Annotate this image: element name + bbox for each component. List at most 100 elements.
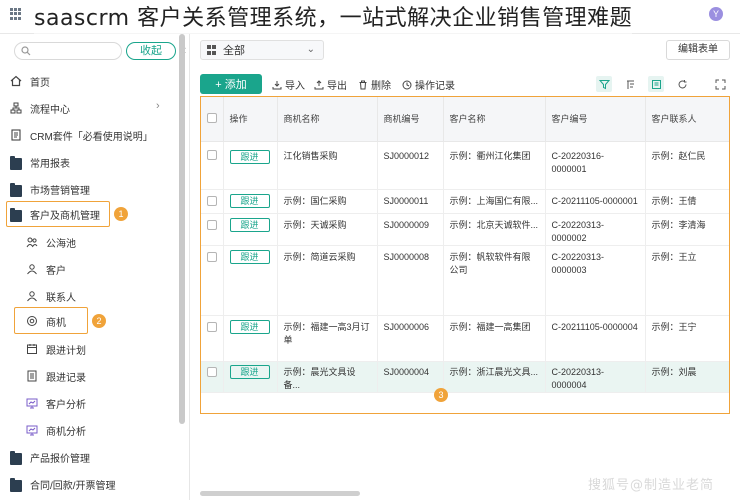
cell-customer-name: 示例：北京天诚软件...: [443, 213, 546, 246]
sidebar-item-opportunity-analysis[interactable]: 商机分析: [26, 419, 86, 441]
cell-opportunity-id: SJ0000006: [377, 315, 444, 362]
edit-form-button[interactable]: 编辑表单: [666, 40, 730, 60]
cell-opportunity-id: SJ0000008: [377, 245, 444, 316]
chevron-right-icon[interactable]: ›: [156, 100, 160, 112]
row-checkbox[interactable]: [207, 219, 217, 230]
table-row[interactable]: 跟进 江化销售采购 SJ0000012 示例：衢州江化集团 C-20220316…: [201, 141, 729, 190]
cell-contact: 示例：赵仁民: [645, 141, 729, 190]
follow-up-button[interactable]: 跟进: [229, 193, 270, 208]
cell-customer-id: C-20211105-0000004: [545, 315, 646, 362]
sidebar-item-opportunity[interactable]: 商机: [26, 310, 66, 332]
select-all-checkbox[interactable]: [207, 112, 217, 123]
sidebar-item-label: 首页: [30, 77, 50, 89]
trash-icon: [359, 80, 367, 89]
sidebar-item-public-pool[interactable]: 公海池: [26, 231, 76, 253]
follow-up-button[interactable]: 跟进: [229, 364, 270, 379]
follow-up-button[interactable]: 跟进: [229, 249, 270, 264]
column-header[interactable]: 客户联系人: [645, 97, 729, 142]
cell-customer-id: C-20211105-0000001: [545, 189, 646, 214]
column-header[interactable]: 商机编号: [377, 97, 444, 142]
filter-icon[interactable]: [596, 76, 612, 92]
table-horizontal-scrollbar[interactable]: [200, 491, 360, 496]
column-header[interactable]: 操作: [223, 97, 278, 142]
home-icon: [10, 75, 22, 87]
sidebar-item-label: 跟进记录: [46, 372, 86, 384]
sidebar-item-label: 商机: [46, 317, 66, 329]
sidebar-item-reports[interactable]: 常用报表: [10, 151, 70, 173]
sidebar-item-crm-guide[interactable]: CRM套件「必看使用说明」: [10, 124, 153, 146]
cell-customer-name: 示例：帆软软件有限公司: [443, 245, 546, 316]
add-button[interactable]: + 添加: [200, 74, 262, 94]
table-row[interactable]: 跟进 示例：晨光文具设备... SJ0000004 示例：浙江晨光文具... C…: [201, 361, 729, 393]
sidebar-item-contacts[interactable]: 联系人: [26, 285, 76, 307]
row-checkbox[interactable]: [207, 251, 217, 262]
sidebar-item-flow[interactable]: 流程中心: [10, 97, 70, 119]
follow-up-button[interactable]: 跟进: [229, 149, 270, 164]
cell-customer-id: C-20220316-0000001: [545, 141, 646, 190]
history-button[interactable]: 操作记录: [402, 77, 455, 92]
sidebar-item-label: 合同/回款/开票管理: [30, 480, 116, 492]
list-icon: [27, 370, 37, 382]
history-label: 操作记录: [415, 81, 455, 92]
cell-opportunity-id: SJ0000009: [377, 213, 444, 246]
apps-grid-icon[interactable]: [10, 8, 22, 20]
collapse-button[interactable]: 收起: [126, 42, 176, 60]
search-icon: [21, 46, 31, 56]
sidebar-item-follow-records[interactable]: 跟进记录: [26, 365, 86, 387]
folder-icon: [10, 182, 22, 197]
import-button[interactable]: 导入: [272, 77, 305, 92]
delete-button[interactable]: 删除: [358, 77, 391, 92]
sidebar-item-marketing[interactable]: 市场营销管理: [10, 178, 90, 200]
column-header[interactable]: 商机名称: [277, 97, 378, 142]
sidebar-item-customer-analysis[interactable]: 客户分析: [26, 392, 86, 414]
table-row[interactable]: 跟进 示例：天诚采购 SJ0000009 示例：北京天诚软件... C-2022…: [201, 213, 729, 246]
sidebar-item-follow-plan[interactable]: 跟进计划: [26, 338, 86, 360]
fullscreen-icon[interactable]: [712, 76, 728, 92]
sort-icon[interactable]: [622, 76, 638, 92]
sidebar-item-contract[interactable]: 合同/回款/开票管理: [10, 473, 116, 495]
table-row[interactable]: 跟进 示例：国仁采购 SJ0000011 示例：上海国仁有限... C-2021…: [201, 189, 729, 214]
person-icon: [27, 264, 37, 275]
cell-opportunity-name: 示例：晨光文具设备...: [277, 361, 378, 393]
sidebar-item-home[interactable]: 首页: [10, 70, 50, 92]
table-row[interactable]: 跟进 示例：福建一高3月订单 SJ0000006 示例：福建一高集团 C-202…: [201, 315, 729, 362]
row-checkbox[interactable]: [207, 321, 217, 332]
delete-label: 删除: [371, 81, 391, 92]
row-checkbox[interactable]: [207, 366, 217, 377]
cell-customer-name: 示例：上海国仁有限...: [443, 189, 546, 214]
sidebar-scrollbar[interactable]: [179, 34, 185, 424]
column-settings-icon[interactable]: [648, 76, 664, 92]
select-all-cell[interactable]: [201, 97, 224, 142]
column-header[interactable]: 客户编号: [545, 97, 646, 142]
export-button[interactable]: 导出: [314, 77, 347, 92]
watermark: 搜狐号@制造业老简: [588, 478, 715, 493]
sidebar-item-customer[interactable]: 客户: [26, 258, 66, 280]
follow-up-button[interactable]: 跟进: [229, 319, 270, 334]
table-header-row: 操作 商机名称 商机编号 客户名称 客户编号 客户联系人: [201, 97, 729, 142]
cell-opportunity-id: SJ0000004: [377, 361, 444, 393]
table-row[interactable]: 跟进 示例：简道云采购 SJ0000008 示例：帆软软件有限公司 C-2022…: [201, 245, 729, 316]
cell-customer-name: 示例：衢州江化集团: [443, 141, 546, 190]
sidebar: 收起 « 首页 流程中心 › CRM套件「必看使用说明」 常用报表 市场营销管理…: [0, 34, 190, 500]
sidebar-search-input[interactable]: [14, 42, 122, 60]
avatar[interactable]: Y: [709, 7, 723, 21]
sidebar-item-label: 联系人: [46, 292, 76, 304]
flow-icon: [10, 102, 22, 114]
sidebar-item-product-quote[interactable]: 产品报价管理: [10, 446, 90, 468]
sidebar-item-customer-opportunity[interactable]: 客户及商机管理: [10, 203, 100, 225]
view-select[interactable]: 全部 ⌄: [200, 40, 324, 60]
column-header[interactable]: 客户名称: [443, 97, 546, 142]
follow-up-button[interactable]: 跟进: [229, 217, 270, 232]
cell-opportunity-id: SJ0000012: [377, 141, 444, 190]
import-icon: [272, 80, 282, 89]
sidebar-item-label: CRM套件「必看使用说明」: [30, 131, 153, 143]
export-label: 导出: [327, 81, 347, 92]
folder-icon: [10, 450, 22, 465]
refresh-icon[interactable]: [674, 76, 690, 92]
calendar-icon: [27, 344, 37, 354]
row-checkbox[interactable]: [207, 195, 217, 206]
cell-contact: 示例：王倩: [645, 189, 729, 214]
cell-customer-id: C-20220313-0000002: [545, 213, 646, 246]
toolbar: + 添加 导入 导出 删除 操作记录: [200, 74, 734, 96]
row-checkbox[interactable]: [207, 149, 217, 160]
